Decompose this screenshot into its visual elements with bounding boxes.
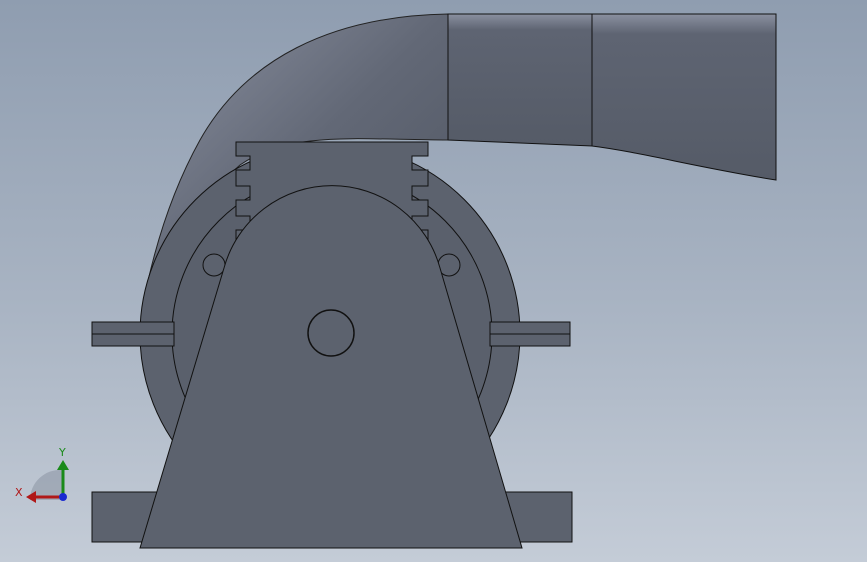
right-flange-lower: [489, 333, 571, 347]
y-axis-label: Y: [58, 446, 66, 459]
cad-viewport[interactable]: Y X: [0, 0, 867, 562]
y-axis-arrow: [57, 460, 69, 470]
orientation-triad: Y X: [15, 446, 69, 503]
x-axis-label: X: [15, 486, 23, 499]
left-flange-lower: [91, 333, 175, 347]
outlet-duct-section-1: [447, 13, 593, 147]
z-axis-dot: [59, 493, 67, 501]
motor-shaft: [307, 309, 355, 357]
outlet-duct-section-2: [591, 13, 777, 181]
bolt-hole-left: [202, 253, 226, 277]
left-flange: [91, 321, 175, 335]
right-flange: [489, 321, 571, 335]
blower-model[interactable]: Y X: [0, 0, 867, 562]
